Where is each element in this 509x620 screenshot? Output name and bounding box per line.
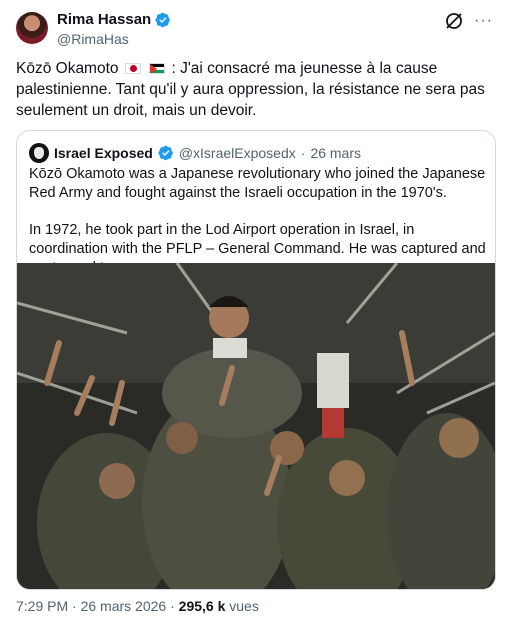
quoted-tweet-photo[interactable] (17, 263, 495, 589)
views-label: vues (229, 598, 259, 614)
views-count: 295,6 k (178, 598, 226, 614)
footer-separator: · (170, 598, 175, 614)
author-avatar[interactable] (16, 12, 48, 44)
footer-separator: · (72, 598, 77, 614)
quoted-tweet-header: Israel Exposed @xIsraelExposedx · 26 mar… (29, 143, 361, 163)
quoted-date: 26 mars (310, 145, 362, 161)
more-options-icon[interactable]: ··· (474, 13, 493, 29)
tweet-date[interactable]: 26 mars 2026 (81, 598, 167, 614)
author-name[interactable]: Rima Hassan (57, 11, 151, 28)
tweet-name-prefix: Kōzō Okamoto (16, 60, 119, 77)
quoted-tweet[interactable]: Israel Exposed @xIsraelExposedx · 26 mar… (16, 130, 496, 590)
photo-illustration (17, 263, 495, 589)
quoted-author-name: Israel Exposed (54, 145, 153, 161)
tweet-footer: 7:29 PM · 26 mars 2026 · 295,6 k vues (16, 598, 259, 614)
verified-badge-icon (158, 145, 173, 161)
quoted-paragraph: Kōzō Okamoto was a Japanese revolutionar… (29, 166, 486, 201)
author-name-row: Rima Hassan (57, 11, 171, 28)
grok-icon[interactable] (444, 11, 464, 31)
quoted-separator: · (300, 145, 306, 161)
quoted-author-avatar (29, 143, 49, 163)
author-handle[interactable]: @RimaHas (57, 31, 129, 47)
quoted-author-handle: @xIsraelExposedx (178, 145, 296, 161)
top-actions: ··· (444, 11, 493, 31)
verified-badge-icon (155, 12, 171, 27)
tweet-card: Rima Hassan @RimaHas ··· Kōzō Okamoto : … (0, 0, 509, 620)
japan-flag-icon (124, 63, 141, 74)
tweet-text: Kōzō Okamoto : J'ai consacré ma jeunesse… (16, 58, 496, 121)
tweet-time[interactable]: 7:29 PM (16, 598, 68, 614)
palestine-flag-icon (149, 63, 166, 74)
